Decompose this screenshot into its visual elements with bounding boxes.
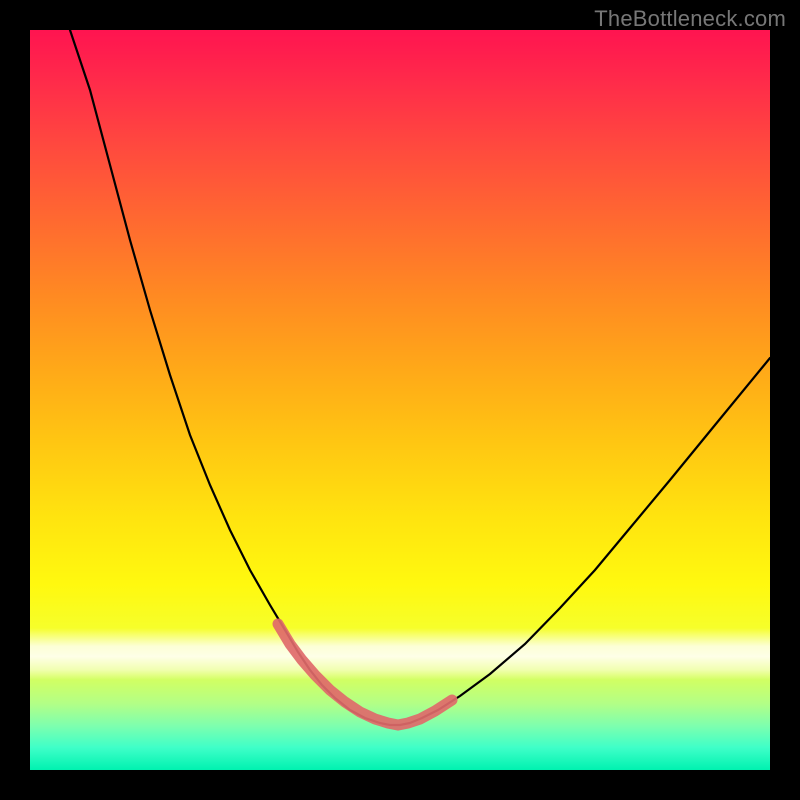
v-curve [70, 30, 770, 725]
plot-area [30, 30, 770, 770]
watermark: TheBottleneck.com [594, 6, 786, 32]
valley-highlight [278, 624, 452, 725]
chart-stage: TheBottleneck.com [0, 0, 800, 800]
chart-svg [30, 30, 770, 770]
